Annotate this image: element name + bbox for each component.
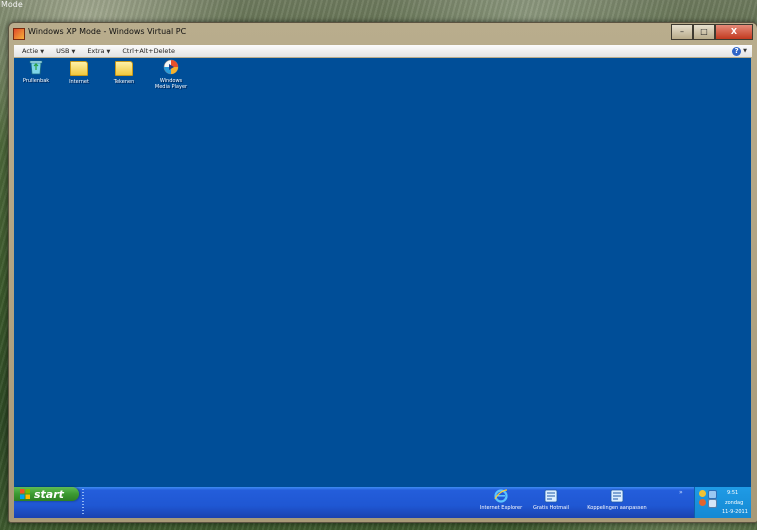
desktop-icon-internet[interactable]: Internet <box>59 59 99 85</box>
quick-launch-label: Koppelingen aanpassen <box>587 505 647 511</box>
desktop-icon-windows-media-player[interactable]: Windows Media Player <box>151 59 191 90</box>
xp-taskbar: start Internet Explorer Gratis Hotmail K… <box>14 487 751 518</box>
minimize-button[interactable]: – <box>671 24 693 40</box>
window-controls: – □ X <box>671 24 753 40</box>
menubar: Actie ▼ USB ▼ Extra ▼ Ctrl+Alt+Delete ? ▼ <box>14 45 752 57</box>
quick-launch-expand-icon[interactable]: » <box>679 489 683 496</box>
menu-ctrl-alt-delete[interactable]: Ctrl+Alt+Delete <box>122 47 175 55</box>
media-player-icon <box>163 59 179 75</box>
internet-explorer-icon <box>494 488 508 503</box>
help-menu[interactable]: ? ▼ <box>732 46 747 56</box>
clock-date: 11-9-2011 <box>722 509 748 515</box>
taskbar-grip[interactable] <box>82 489 84 516</box>
desktop-icon-label: Tekenen <box>113 79 135 85</box>
clock-time[interactable]: 9:51 <box>727 490 738 496</box>
desktop-icon-label: Internet <box>69 79 89 85</box>
menu-ctrl-alt-delete-label: Ctrl+Alt+Delete <box>122 47 175 55</box>
desktop-icon-recycle-bin[interactable]: Prullenbak <box>16 59 56 84</box>
chevron-down-icon: ▼ <box>40 49 45 55</box>
desktop-icon-label-line2: Media Player <box>154 84 188 90</box>
network-icon[interactable] <box>708 490 717 499</box>
clock-day: zondag <box>725 500 744 506</box>
chevron-down-icon: ▼ <box>71 49 76 55</box>
window-app-icon <box>13 28 25 40</box>
window-title: Windows XP Mode - Windows Virtual PC <box>28 27 187 36</box>
desktop-icon-tekenen[interactable]: Tekenen <box>104 59 144 85</box>
system-tray: 9:51 zondag 11-9-2011 <box>694 487 751 518</box>
security-alert-icon[interactable] <box>699 490 706 497</box>
customize-links-icon <box>610 488 624 503</box>
menu-extra[interactable]: Extra ▼ <box>87 47 110 55</box>
window-titlebar[interactable]: Windows XP Mode - Windows Virtual PC – □… <box>9 23 757 44</box>
quick-launch-internet-explorer[interactable]: Internet Explorer <box>474 488 528 511</box>
start-button[interactable]: start <box>14 487 79 501</box>
quick-launch-gratis-hotmail[interactable]: Gratis Hotmail <box>529 488 573 511</box>
help-icon: ? <box>732 46 742 56</box>
desktop-icon-label: Prullenbak <box>22 78 50 84</box>
menu-usb-label: USB <box>56 47 70 55</box>
close-button[interactable]: X <box>715 24 753 40</box>
xp-desktop[interactable]: Prullenbak Internet Tekenen Windows Medi… <box>14 58 751 518</box>
menu-extra-label: Extra <box>87 47 105 55</box>
quick-launch-koppelingen-aanpassen[interactable]: Koppelingen aanpassen <box>575 488 659 511</box>
quick-launch-toolbar: Internet Explorer Gratis Hotmail Koppeli… <box>474 487 684 518</box>
quick-launch-label: Internet Explorer <box>479 505 523 511</box>
maximize-button[interactable]: □ <box>693 24 715 40</box>
shield-icon[interactable] <box>699 499 706 506</box>
chevron-down-icon: ▼ <box>106 49 111 55</box>
volume-icon[interactable] <box>708 499 717 508</box>
menu-actie-label: Actie <box>22 47 39 55</box>
hotmail-icon <box>544 488 558 503</box>
recycle-bin-icon <box>28 59 44 75</box>
chevron-down-icon: ▼ <box>743 48 747 54</box>
folder-icon <box>70 61 88 76</box>
virtual-pc-window: Windows XP Mode - Windows Virtual PC – □… <box>8 22 757 523</box>
start-label: start <box>34 487 64 501</box>
menu-actie[interactable]: Actie ▼ <box>22 47 44 55</box>
menu-usb[interactable]: USB ▼ <box>56 47 75 55</box>
quick-launch-label: Gratis Hotmail <box>532 505 570 511</box>
windows-flag-icon <box>20 489 30 499</box>
folder-icon <box>115 61 133 76</box>
host-corner-label: Mode <box>1 0 23 9</box>
